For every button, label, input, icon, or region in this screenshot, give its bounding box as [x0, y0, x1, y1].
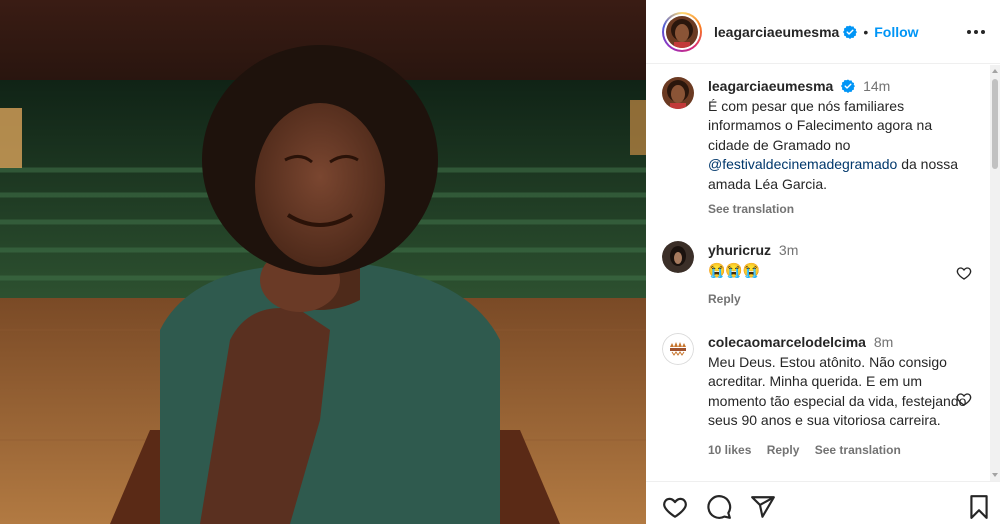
comment-item: yhuricruz 3m 😭😭😭 Reply — [662, 241, 982, 311]
reply-button[interactable]: Reply — [767, 443, 800, 457]
post-actions-bar — [646, 481, 1000, 524]
caption-body: leagarciaeumesma 14m É com pesar que nós… — [708, 77, 974, 220]
more-options-icon[interactable] — [966, 22, 986, 42]
comments-scrollbar[interactable] — [990, 65, 1000, 481]
caption-see-translation[interactable]: See translation — [708, 202, 794, 216]
post-header: leagarciaeumesma • Follow — [646, 0, 1000, 64]
comment-like-heart-icon[interactable] — [956, 391, 972, 407]
caption-avatar[interactable] — [662, 77, 694, 109]
comment-body: colecaomarcelodelcima 8m Meu Deus. Estou… — [708, 333, 974, 460]
caption-text-before: É com pesar que nós familiares informamo… — [708, 97, 933, 153]
comment-like-heart-icon[interactable] — [956, 265, 972, 281]
reply-button[interactable]: Reply — [708, 292, 741, 306]
scrollbar-thumb[interactable] — [992, 79, 998, 169]
header-separator: • — [863, 23, 869, 40]
comment-avatar[interactable] — [662, 241, 694, 273]
post-caption: leagarciaeumesma 14m É com pesar que nós… — [662, 77, 982, 237]
follow-button[interactable]: Follow — [874, 24, 918, 40]
avatar-inner — [664, 13, 700, 50]
comment-time: 8m — [873, 334, 894, 350]
comment-text: Meu Deus. Estou atônito. Não consigo acr… — [708, 353, 967, 429]
scroll-up-arrow[interactable] — [992, 69, 998, 73]
post-side-panel: leagarciaeumesma • Follow leagarciaeumes — [646, 0, 1000, 524]
comment-icon[interactable] — [706, 494, 732, 520]
comment-item: colecaomarcelodelcima 8m Meu Deus. Estou… — [662, 333, 982, 481]
header-username[interactable]: leagarciaeumesma — [714, 24, 839, 40]
comment-meta: Reply — [708, 290, 974, 310]
verified-badge-icon — [843, 24, 858, 39]
bookmark-icon[interactable] — [966, 494, 992, 520]
likes-count[interactable]: 10 likes — [708, 443, 751, 457]
caption-meta: See translation — [708, 200, 974, 220]
verified-badge-icon — [841, 79, 856, 93]
avatar — [666, 15, 698, 48]
comment-avatar[interactable] — [662, 333, 694, 365]
see-translation-button[interactable]: See translation — [815, 443, 901, 457]
caption-text: É com pesar que nós familiares informamo… — [708, 97, 974, 195]
comment-username[interactable]: colecaomarcelodelcima — [708, 334, 866, 350]
post-photo-image — [0, 0, 646, 524]
story-ring-avatar[interactable] — [662, 11, 702, 52]
caption-mention[interactable]: @festivaldecinemadegramado — [708, 156, 897, 172]
comment-username[interactable]: yhuricruz — [708, 242, 771, 258]
share-icon[interactable] — [750, 494, 776, 520]
caption-time: 14m — [863, 78, 891, 94]
heart-icon[interactable] — [662, 494, 688, 520]
comments-list[interactable]: leagarciaeumesma 14m É com pesar que nós… — [646, 65, 990, 481]
comment-meta: 10 likes Reply See translation — [708, 441, 974, 461]
comment-body: yhuricruz 3m 😭😭😭 Reply — [708, 241, 974, 310]
comment-time: 3m — [778, 242, 799, 258]
comment-text: 😭😭😭 — [708, 261, 761, 278]
scroll-down-arrow[interactable] — [992, 473, 998, 477]
caption-username[interactable]: leagarciaeumesma — [708, 78, 833, 94]
post-photo[interactable] — [0, 0, 646, 524]
